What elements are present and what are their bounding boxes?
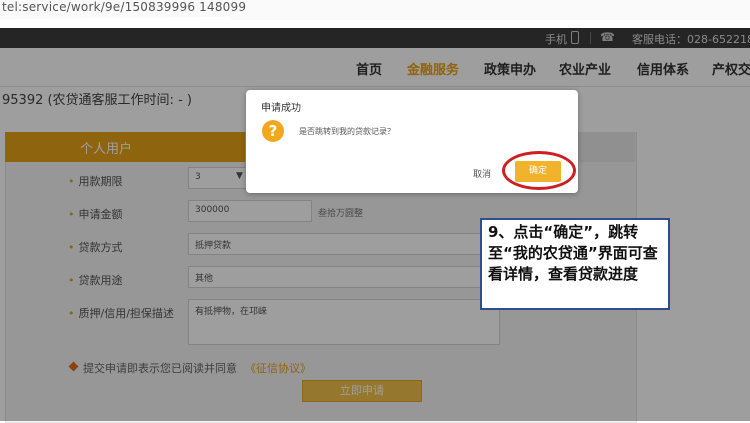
highlight-circle [502, 151, 576, 190]
browser-url-text: tel:service/work/9e/150839996 148099 [2, 0, 247, 14]
dialog-title: 申请成功 [261, 103, 301, 114]
cancel-button[interactable]: 取消 [473, 167, 491, 180]
instruction-callout: 9、点击“确定”，跳转至“我的农贷通”界面可查看详情，查看贷款进度 [480, 218, 670, 310]
question-icon: ? [262, 120, 284, 142]
dialog-message: 是否跳转到我的贷款记录？ [299, 127, 395, 136]
